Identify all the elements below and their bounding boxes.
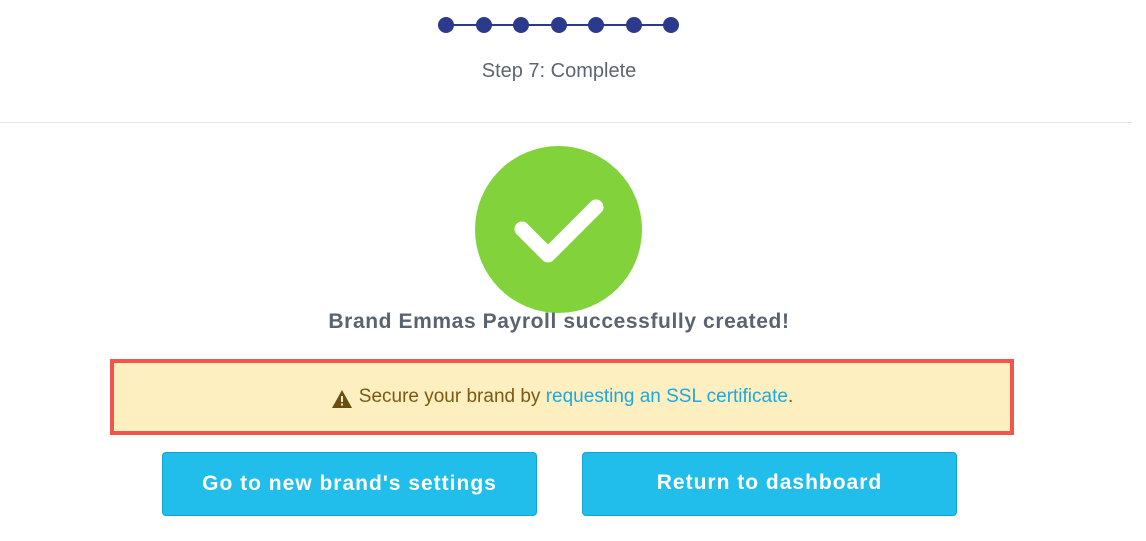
step-dot-3	[513, 17, 529, 33]
return-to-dashboard-button[interactable]: Return to dashboard	[582, 452, 957, 516]
brand-creation-complete-page: Step 7: Complete Brand Emmas Payroll suc…	[0, 0, 1146, 541]
checkmark-icon	[514, 199, 604, 263]
ssl-certificate-link[interactable]: requesting an SSL certificate	[546, 386, 788, 408]
step-label: Step 7: Complete	[481, 60, 637, 82]
step-dot-2	[476, 17, 492, 33]
step-dot-4	[551, 17, 567, 33]
success-circle	[475, 146, 642, 313]
header-divider	[0, 122, 1132, 123]
warning-text: Secure your brand by	[358, 386, 541, 407]
step-dot-1	[438, 17, 454, 33]
step-dot-6	[626, 17, 642, 33]
progress-stepper	[436, 15, 680, 35]
success-message: Brand Emmas Payroll successfully created…	[328, 310, 790, 333]
step-dot-7	[663, 17, 679, 33]
go-to-brand-settings-button[interactable]: Go to new brand's settings	[162, 452, 537, 516]
ssl-warning-banner: Secure your brand by requesting an SSL c…	[110, 359, 1014, 435]
warning-text-end: .	[787, 386, 794, 407]
step-dot-5	[588, 17, 604, 33]
warning-triangle-icon	[331, 389, 353, 409]
